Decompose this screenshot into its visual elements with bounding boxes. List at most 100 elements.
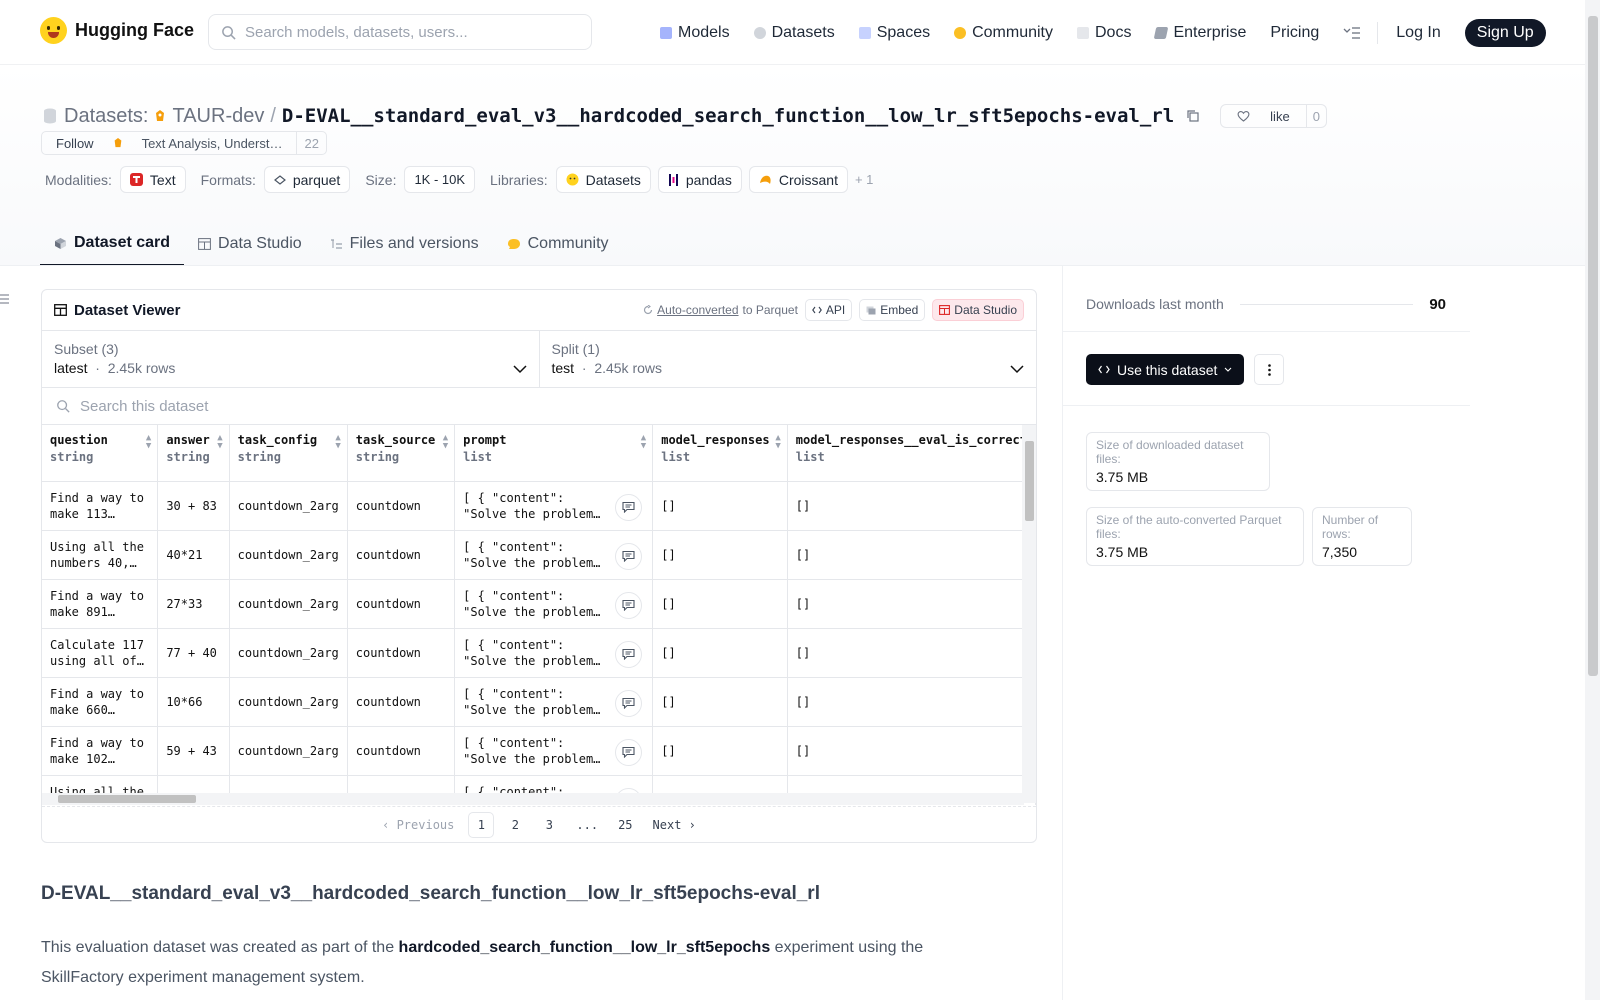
- table-cell: []: [652, 726, 788, 776]
- breadcrumb-org[interactable]: TAUR-dev: [172, 105, 264, 128]
- chat-view-icon[interactable]: [615, 591, 643, 619]
- sort-icon[interactable]: ▲ ▼: [775, 434, 780, 451]
- pagination-previous[interactable]: ‹ Previous: [376, 812, 460, 838]
- nav-datasets[interactable]: Datasets: [753, 24, 835, 42]
- vertical-scroll-thumb[interactable]: [1025, 441, 1034, 521]
- chat-view-icon[interactable]: [615, 640, 643, 668]
- tab-community[interactable]: Community: [493, 222, 623, 266]
- chat-view-icon[interactable]: [615, 542, 643, 570]
- nav-docs[interactable]: Docs: [1077, 24, 1131, 42]
- stat-parquet-size: Size of the auto-converted Parquet files…: [1086, 507, 1304, 566]
- tab-files-versions[interactable]: Files and versions: [316, 222, 493, 266]
- chat-view-icon[interactable]: [615, 738, 643, 766]
- chat-view-icon[interactable]: [615, 493, 643, 521]
- pagination-next[interactable]: Next ›: [647, 812, 702, 838]
- nav-enterprise[interactable]: Enterprise: [1154, 24, 1247, 42]
- table-cell: 27*33: [157, 579, 230, 629]
- data-studio-button[interactable]: Data Studio: [932, 299, 1024, 321]
- sort-icon[interactable]: ▲ ▼: [335, 434, 340, 451]
- stat-row-count: Number of rows: 7,350: [1312, 507, 1412, 566]
- breadcrumb-section[interactable]: Datasets:: [64, 105, 148, 128]
- stat-row-count-value: 7,350: [1322, 544, 1358, 560]
- table-cell: [ { "content": "Solve the problem step b…: [454, 530, 654, 580]
- pagination-page-25[interactable]: 25: [612, 812, 638, 838]
- stat-downloaded-size-label: Size of downloaded dataset files:: [1096, 438, 1244, 466]
- tag-datasets-lib[interactable]: Datasets: [555, 166, 651, 193]
- table-row[interactable]: Find a way to make 113 using all of thes…: [42, 481, 1036, 531]
- dataset-icon: [42, 107, 58, 125]
- column-header[interactable]: answer string ▲ ▼: [157, 425, 230, 482]
- login-link[interactable]: Log In: [1396, 24, 1440, 42]
- cell-text: [ { "content": "Solve the problem step b…: [463, 539, 594, 570]
- column-type: string: [355, 450, 400, 464]
- table-cell: []: [652, 530, 788, 580]
- tags-more[interactable]: + 1: [855, 172, 873, 187]
- use-this-dataset-button[interactable]: Use this dataset: [1086, 354, 1245, 385]
- column-header[interactable]: task_config string ▲ ▼: [229, 425, 348, 482]
- cell-text: []: [661, 645, 676, 660]
- table-horizontal-scrollbar[interactable]: [42, 793, 1024, 805]
- tag-size[interactable]: 1K - 10K: [404, 166, 476, 193]
- size-group: Size: 1K - 10K: [365, 166, 482, 193]
- brand-logo[interactable]: Hugging Face: [40, 17, 194, 44]
- column-header[interactable]: prompt list ▲ ▼: [454, 425, 654, 482]
- column-header[interactable]: model_responses list ▲ ▼: [652, 425, 788, 482]
- nav-enterprise-label: Enterprise: [1173, 24, 1247, 41]
- table-cell: 30 + 83: [157, 481, 230, 531]
- search-icon: [221, 25, 236, 40]
- table-cell: []: [787, 579, 1036, 629]
- table-row[interactable]: Find a way to make 660 using all of thes…: [42, 677, 1036, 727]
- table-row[interactable]: Find a way to make 102 using all of thes…: [42, 726, 1036, 776]
- table-row[interactable]: Find a way to make 891 using all of thes…: [42, 579, 1036, 629]
- sort-icon[interactable]: ▲ ▼: [443, 434, 448, 451]
- split-dot: ·: [577, 360, 591, 376]
- page-scrollbar[interactable]: [1585, 0, 1600, 1000]
- pagination-page-3[interactable]: 3: [536, 812, 562, 838]
- horizontal-scroll-thumb[interactable]: [58, 795, 196, 803]
- sort-icon[interactable]: ▲ ▼: [146, 434, 151, 451]
- table-cell: Find a way to make 113 using all of thes…: [42, 481, 159, 531]
- sort-icon[interactable]: ▲ ▼: [641, 434, 646, 451]
- page-scroll-thumb[interactable]: [1588, 16, 1598, 676]
- tag-text[interactable]: Text: [119, 166, 186, 193]
- split-value: test · 2.45k rows: [552, 360, 1025, 376]
- nav-spaces[interactable]: Spaces: [858, 24, 930, 42]
- follow-org-button[interactable]: Follow Text Analysis, Underst… 22: [41, 131, 327, 155]
- split-select[interactable]: Split (1) test · 2.45k rows: [538, 331, 1037, 387]
- tab-data-studio[interactable]: Data Studio: [184, 222, 316, 266]
- tag-croissant[interactable]: Croissant: [748, 166, 848, 193]
- table-cell: countdown_2arg: [229, 530, 348, 580]
- signup-button[interactable]: Sign Up: [1464, 19, 1546, 47]
- nav-models[interactable]: Models: [660, 24, 730, 42]
- table-row[interactable]: Calculate 117 using all of these numbers…: [42, 628, 1036, 678]
- toc-toggle-icon[interactable]: [0, 292, 10, 310]
- tag-parquet[interactable]: parquet: [263, 166, 351, 193]
- more-options-button[interactable]: [1254, 354, 1285, 385]
- table-cell: 77 + 40: [157, 628, 230, 678]
- nav-more-menu[interactable]: [1343, 26, 1361, 40]
- sort-icon[interactable]: ▲ ▼: [217, 434, 222, 451]
- api-button[interactable]: API: [804, 299, 853, 321]
- chat-view-icon[interactable]: [615, 689, 643, 717]
- pagination-page-1[interactable]: 1: [468, 811, 495, 838]
- auto-converted-link[interactable]: Auto-converted: [657, 303, 738, 317]
- copy-icon[interactable]: [1186, 109, 1200, 123]
- subset-select[interactable]: Subset (3) latest · 2.45k rows: [42, 331, 539, 387]
- nav-pricing[interactable]: Pricing: [1270, 24, 1319, 42]
- tag-pandas[interactable]: pandas: [657, 166, 742, 193]
- column-header[interactable]: model_responses__eval_is_correct list: [787, 425, 1036, 482]
- column-header[interactable]: task_source string ▲ ▼: [347, 425, 456, 482]
- tab-dataset-card[interactable]: Dataset card: [40, 222, 185, 266]
- auto-converted-note: Auto-converted to Parquet: [643, 303, 798, 317]
- pagination-page-2[interactable]: 2: [502, 812, 528, 838]
- nav-community[interactable]: Community: [954, 24, 1053, 42]
- like-button[interactable]: like 0: [1220, 104, 1327, 128]
- table-row[interactable]: Using all the numbers 40, 21, create an …: [42, 530, 1036, 580]
- dataset-table: question string ▲ ▼ answer string ▲ ▼ task_confi…: [42, 425, 1036, 805]
- global-search-input[interactable]: Search models, datasets, users...: [208, 14, 592, 50]
- table-vertical-scrollbar[interactable]: [1022, 425, 1036, 803]
- dataset-search-input[interactable]: Search this dataset: [42, 388, 1036, 425]
- follow-label: Follow: [56, 135, 94, 151]
- column-header[interactable]: question string ▲ ▼: [42, 425, 159, 482]
- embed-button[interactable]: Embed: [859, 299, 926, 321]
